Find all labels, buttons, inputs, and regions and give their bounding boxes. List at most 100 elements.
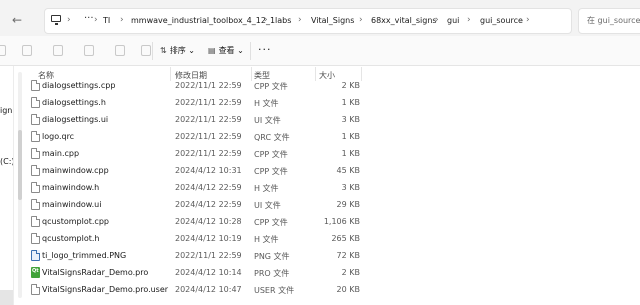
file-row[interactable]: dialogsettings.h 2022/11/1 22:59 H 文件 1 …: [26, 95, 361, 112]
back-arrow-icon[interactable]: ←: [12, 13, 22, 27]
file-row[interactable]: Qt VitalSignsRadar_Demo.pro 2024/4/12 10…: [26, 265, 361, 282]
file-icon: [31, 199, 40, 210]
file-date: 2022/11/1 22:59: [175, 81, 242, 90]
file-name: ti_logo_trimmed.PNG: [42, 251, 127, 260]
chevron-down-icon: ⌄: [237, 46, 244, 55]
file-date: 2024/4/12 22:59: [175, 200, 242, 209]
sort-button[interactable]: ⇅ 排序 ⌄: [160, 45, 195, 56]
file-icon: [31, 80, 40, 91]
file-row[interactable]: ti_logo_trimmed.PNG 2022/11/1 22:59 PNG …: [26, 248, 361, 265]
file-name: main.cpp: [42, 149, 80, 158]
file-name: dialogsettings.cpp: [42, 81, 116, 90]
breadcrumb-ti[interactable]: TI: [103, 16, 110, 25]
file-row[interactable]: main.cpp 2022/11/1 22:59 CPP 文件 1 KB: [26, 146, 361, 163]
breadcrumb-gui-source[interactable]: gui_source: [480, 16, 523, 25]
file-icon: [31, 97, 40, 108]
view-icon: ▤: [208, 46, 216, 55]
file-icon: [31, 131, 40, 142]
chevron-right-icon[interactable]: ›: [298, 15, 302, 25]
breadcrumb-68xx-vital-signs[interactable]: 68xx_vital_signs: [371, 16, 437, 25]
navigation-pane: ign (C:): [0, 66, 15, 305]
file-name: mainwindow.ui: [42, 200, 102, 209]
file-type: UI 文件: [254, 116, 281, 125]
file-type: CPP 文件: [254, 82, 288, 91]
this-pc-icon[interactable]: [51, 15, 61, 25]
share-icon[interactable]: [115, 45, 125, 56]
file-size: 1 KB: [341, 132, 360, 141]
file-row[interactable]: qcustomplot.h 2024/4/12 10:19 H 文件 265 K…: [26, 231, 361, 248]
file-date: 2022/11/1 22:59: [175, 132, 242, 141]
delete-icon[interactable]: [141, 45, 151, 56]
breadcrumb-toolbox[interactable]: mmwave_industrial_toolbox_4_12_1: [131, 16, 275, 25]
file-row[interactable]: mainwindow.ui 2024/4/12 22:59 UI 文件 29 K…: [26, 197, 361, 214]
search-input[interactable]: 在 gui_source 中: [578, 8, 640, 34]
file-date: 2022/11/1 22:59: [175, 149, 242, 158]
file-name: VitalSignsRadar_Demo.pro.user: [42, 285, 169, 294]
paste-icon[interactable]: [53, 45, 63, 56]
chevron-right-icon[interactable]: ›: [94, 15, 98, 25]
view-button[interactable]: ▤ 查看 ⌄: [208, 45, 244, 56]
file-icon: [31, 233, 40, 244]
file-row[interactable]: qcustomplot.cpp 2024/4/12 10:28 CPP 文件 1…: [26, 214, 361, 231]
more-options-button[interactable]: ···: [258, 43, 272, 56]
file-icon: [31, 165, 40, 176]
file-type: H 文件: [254, 235, 279, 244]
file-size: 29 KB: [336, 200, 360, 209]
breadcrumb-labs[interactable]: labs: [275, 16, 291, 25]
file-row[interactable]: mainwindow.h 2024/4/12 22:59 H 文件 3 KB: [26, 180, 361, 197]
file-icon: [31, 182, 40, 193]
breadcrumb-vital-signs[interactable]: Vital_Signs: [311, 16, 354, 25]
file-type: CPP 文件: [254, 167, 288, 176]
file-name: VitalSignsRadar_Demo.pro: [42, 268, 149, 277]
file-name: qcustomplot.cpp: [42, 217, 109, 226]
chevron-right-icon[interactable]: ›: [526, 15, 530, 25]
file-size: 3 KB: [341, 115, 360, 124]
chevron-right-icon[interactable]: ›: [359, 15, 363, 25]
chevron-down-icon: ⌄: [188, 46, 195, 55]
file-row[interactable]: VitalSignsRadar_Demo.pro.user 2024/4/12 …: [26, 282, 361, 299]
column-divider[interactable]: [361, 67, 362, 81]
nav-item-selected[interactable]: [0, 290, 13, 305]
scrollbar-thumb[interactable]: [18, 130, 22, 200]
chevron-right-icon[interactable]: ›: [467, 15, 471, 25]
view-label: 查看: [218, 46, 235, 55]
nav-item-ign[interactable]: ign: [0, 106, 12, 115]
file-type: PRO 文件: [254, 269, 290, 278]
file-icon: [31, 114, 40, 125]
sort-icon: ⇅: [160, 46, 167, 55]
file-type: PNG 文件: [254, 252, 290, 261]
file-size: 20 KB: [336, 285, 360, 294]
file-row[interactable]: mainwindow.cpp 2024/4/12 10:31 CPP 文件 45…: [26, 163, 361, 180]
cut-icon[interactable]: [0, 45, 6, 56]
file-size: 72 KB: [336, 251, 360, 260]
file-row[interactable]: dialogsettings.cpp 2022/11/1 22:59 CPP 文…: [26, 78, 361, 95]
file-type: CPP 文件: [254, 218, 288, 227]
chevron-right-icon[interactable]: ›: [67, 15, 71, 25]
file-size: 265 KB: [331, 234, 360, 243]
file-name: mainwindow.h: [42, 183, 100, 192]
rename-icon[interactable]: [84, 45, 94, 56]
file-date: 2024/4/12 10:28: [175, 217, 242, 226]
more-crumbs-icon[interactable]: ···: [84, 13, 94, 24]
file-date: 2024/4/12 10:19: [175, 234, 242, 243]
file-size: 2 KB: [341, 81, 360, 90]
file-type: USER 文件: [254, 286, 295, 295]
file-size: 1 KB: [341, 98, 360, 107]
file-row[interactable]: logo.qrc 2022/11/1 22:59 QRC 文件 1 KB: [26, 129, 361, 146]
chevron-right-icon[interactable]: ›: [264, 15, 268, 25]
address-bar-row: ← › ··· › TI › mmwave_industrial_toolbox…: [0, 0, 640, 36]
toolbar-divider: [152, 42, 153, 60]
file-icon: [31, 148, 40, 159]
breadcrumb-gui[interactable]: gui: [447, 16, 459, 25]
file-name: mainwindow.cpp: [42, 166, 109, 175]
command-bar: ⇅ 排序 ⌄ ▤ 查看 ⌄ ···: [0, 36, 640, 66]
copy-icon[interactable]: [22, 45, 32, 56]
file-date: 2024/4/12 10:47: [175, 285, 242, 294]
chevron-right-icon[interactable]: ›: [120, 15, 124, 25]
toolbar-divider: [250, 42, 251, 60]
file-name: qcustomplot.h: [42, 234, 100, 243]
chevron-right-icon[interactable]: ›: [435, 15, 439, 25]
qt-logo-icon: Qt: [32, 268, 39, 274]
file-icon: [31, 284, 40, 295]
file-row[interactable]: dialogsettings.ui 2022/11/1 22:59 UI 文件 …: [26, 112, 361, 129]
